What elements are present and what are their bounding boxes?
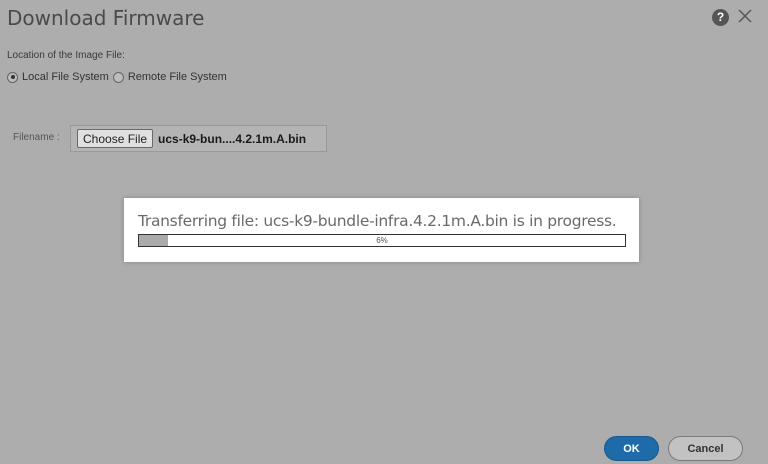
file-input-box: Choose File ucs-k9-bun....4.2.1m.A.bin (70, 125, 327, 152)
location-label: Location of the Image File: (7, 50, 125, 61)
selected-file-name: ucs-k9-bun....4.2.1m.A.bin (158, 131, 307, 146)
ok-button[interactable]: OK (604, 436, 659, 461)
filename-label: Filename : (13, 132, 60, 143)
progress-bar: 6% (138, 234, 626, 247)
transfer-progress-modal: Transferring file: ucs-k9-bundle-infra.4… (124, 198, 639, 262)
choose-file-button[interactable]: Choose File (77, 129, 154, 148)
progress-message: Transferring file: ucs-k9-bundle-infra.4… (138, 212, 617, 230)
radio-remote-label[interactable]: Remote File System (128, 71, 227, 83)
radio-local-label[interactable]: Local File System (22, 71, 109, 83)
cancel-button[interactable]: Cancel (668, 436, 743, 461)
radio-local-file-system[interactable] (7, 71, 18, 83)
progress-percent: 6% (376, 236, 388, 245)
location-radio-group: Local File System Remote File System (7, 71, 231, 83)
dialog-title: Download Firmware (7, 6, 205, 30)
close-icon[interactable] (736, 7, 754, 25)
radio-remote-file-system[interactable] (112, 71, 124, 83)
help-icon[interactable]: ? (712, 9, 729, 26)
